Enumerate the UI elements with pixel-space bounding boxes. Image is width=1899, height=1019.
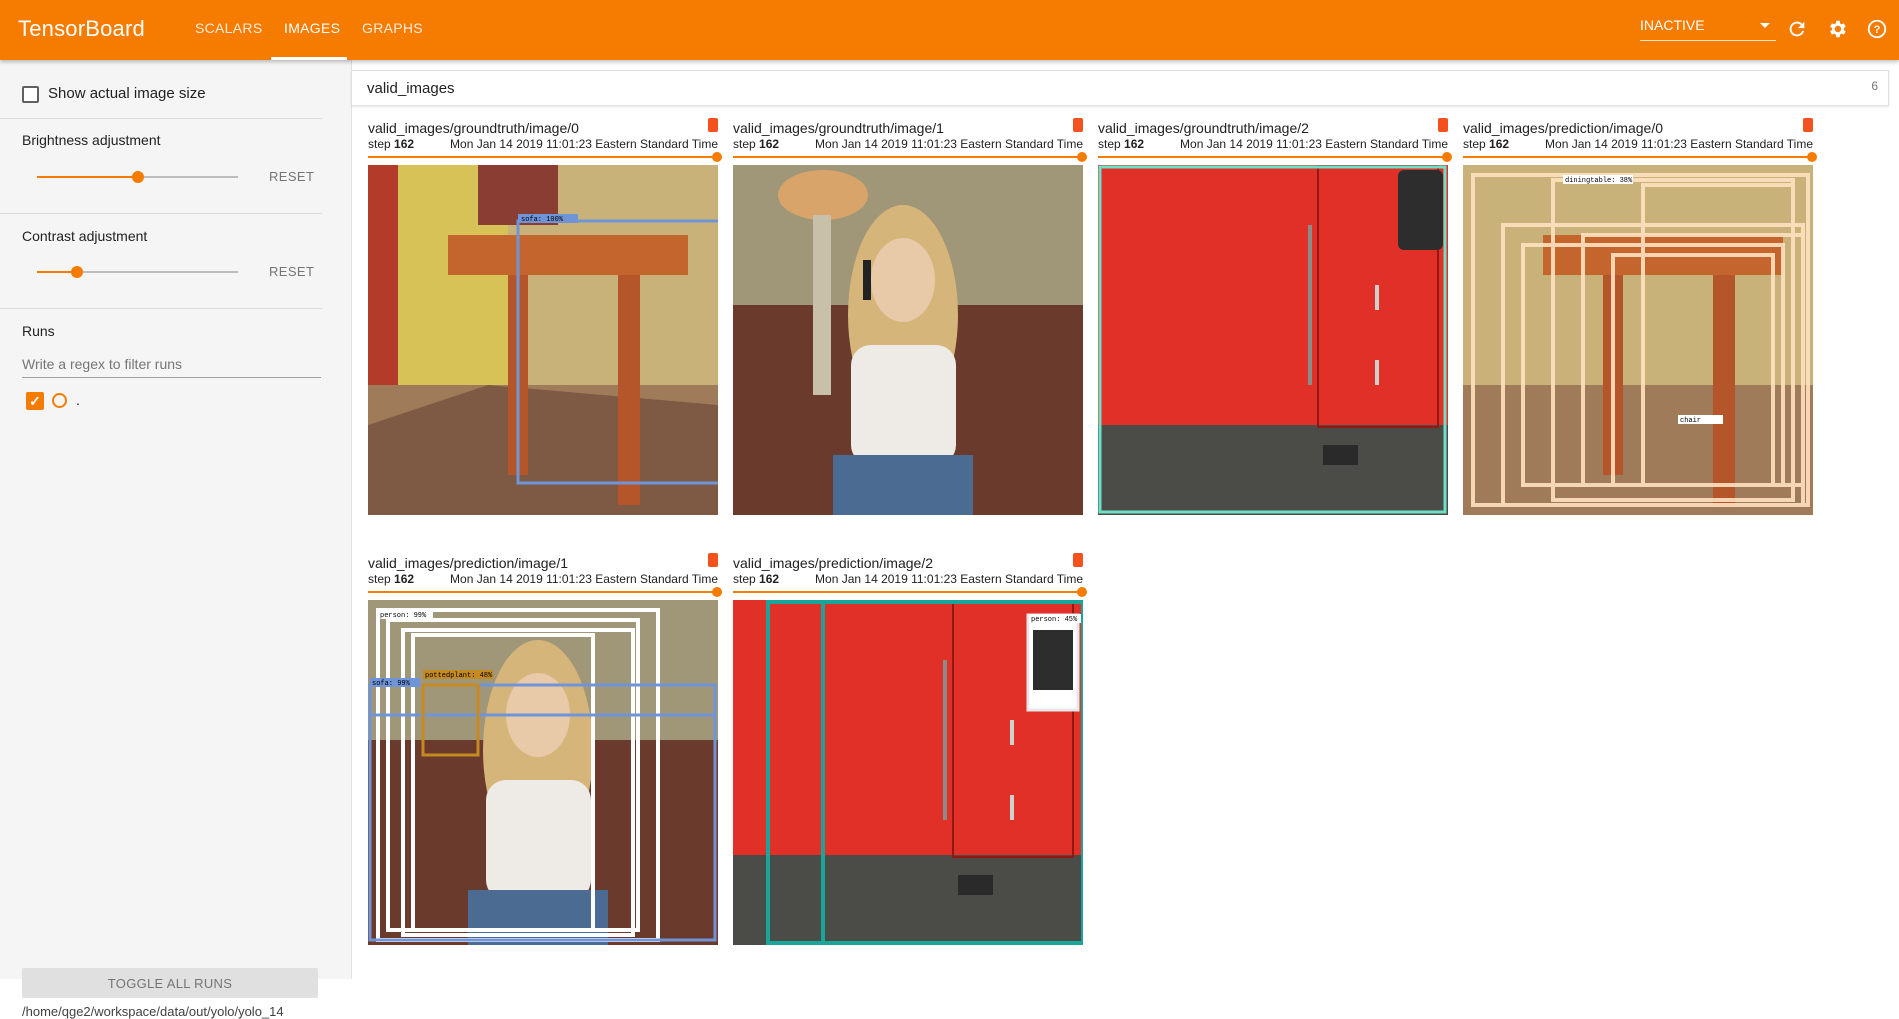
step-label: step 162 <box>368 572 415 586</box>
image-thumbnail[interactable]: person: 99% sofa: 99% pottedplant: 48% <box>368 600 718 945</box>
timestamp: Mon Jan 14 2019 11:01:23 Eastern Standar… <box>1545 137 1813 151</box>
step-slider-handle[interactable] <box>1077 587 1087 597</box>
step-slider-handle[interactable] <box>712 587 722 597</box>
card-title: valid_images/groundtruth/image/0 <box>368 120 579 136</box>
run-color-indicator <box>52 393 67 408</box>
run-filter-input[interactable]: Write a regex to filter runs <box>22 356 321 378</box>
step-slider-handle[interactable] <box>1807 152 1817 162</box>
timestamp: Mon Jan 14 2019 11:01:23 Eastern Standar… <box>815 572 1083 586</box>
brightness-reset-button[interactable]: RESET <box>269 169 314 184</box>
step-label: step 162 <box>733 137 780 151</box>
run-flag-icon <box>708 553 718 567</box>
brightness-slider-fill <box>37 176 138 178</box>
chevron-down-icon <box>1760 23 1770 28</box>
toggle-all-runs-button[interactable]: TOGGLE ALL RUNS <box>22 968 318 998</box>
refresh-icon[interactable] <box>1784 16 1810 42</box>
top-app-bar: TensorBoard SCALARS IMAGES GRAPHS INACTI… <box>0 0 1899 60</box>
step-slider-track[interactable] <box>1463 156 1813 158</box>
tab-scalars[interactable]: SCALARS <box>195 20 262 36</box>
run-flag-icon <box>1803 118 1813 132</box>
inactive-plugins-dropdown[interactable]: INACTIVE <box>1640 17 1776 41</box>
step-slider-track[interactable] <box>368 591 718 593</box>
app-title[interactable]: TensorBoard <box>18 16 145 42</box>
brightness-label: Brightness adjustment <box>22 132 161 148</box>
category-pane-header[interactable]: valid_images 6 <box>351 70 1889 106</box>
contrast-label: Contrast adjustment <box>22 228 148 244</box>
card-title: valid_images/prediction/image/2 <box>733 555 933 571</box>
run-name: . <box>76 392 80 408</box>
sidebar: Show actual image size Brightness adjust… <box>0 60 352 1019</box>
step-slider-handle[interactable] <box>1077 152 1087 162</box>
run-flag-icon <box>1073 553 1083 567</box>
brightness-slider-handle[interactable] <box>132 171 144 183</box>
step-slider-handle[interactable] <box>1442 152 1452 162</box>
run-flag-icon <box>708 118 718 132</box>
timestamp: Mon Jan 14 2019 11:01:23 Eastern Standar… <box>450 572 718 586</box>
image-thumbnail[interactable]: diningtable: 38% chair <box>1463 165 1813 515</box>
show-actual-size-label[interactable]: Show actual image size <box>48 85 206 102</box>
box-label: diningtable: 38% <box>1565 177 1633 185</box>
contrast-slider-handle[interactable] <box>71 266 83 278</box>
box-label: chair <box>1680 417 1701 425</box>
image-thumbnail[interactable]: person: 45% <box>733 600 1083 945</box>
step-label: step 162 <box>733 572 780 586</box>
box-label: sofa: 99% <box>372 680 411 688</box>
help-icon[interactable]: ? <box>1864 16 1890 42</box>
run-flag-icon <box>1073 118 1083 132</box>
runs-label: Runs <box>22 323 55 339</box>
step-slider-track[interactable] <box>733 156 1083 158</box>
step-slider-track[interactable] <box>1098 156 1448 158</box>
box-label: pottedplant: 48% <box>425 672 493 680</box>
timestamp: Mon Jan 14 2019 11:01:23 Eastern Standar… <box>1180 137 1448 151</box>
step-label: step 162 <box>1098 137 1145 151</box>
image-thumbnail[interactable]: sofa: 100% <box>368 165 718 515</box>
category-title: valid_images <box>367 80 455 97</box>
image-thumbnail[interactable] <box>1098 165 1448 515</box>
image-thumbnail[interactable] <box>733 165 1083 515</box>
tab-graphs[interactable]: GRAPHS <box>362 20 423 36</box>
box-label: person: 99% <box>380 612 427 620</box>
category-count: 6 <box>1871 79 1878 93</box>
step-slider-track[interactable] <box>733 591 1083 593</box>
svg-text:?: ? <box>1874 24 1881 36</box>
active-tab-indicator <box>271 57 347 60</box>
timestamp: Mon Jan 14 2019 11:01:23 Eastern Standar… <box>450 137 718 151</box>
run-flag-icon <box>1438 118 1448 132</box>
show-actual-size-checkbox[interactable] <box>22 86 39 103</box>
step-label: step 162 <box>368 137 415 151</box>
card-title: valid_images/prediction/image/1 <box>368 555 568 571</box>
tab-images[interactable]: IMAGES <box>284 20 340 36</box>
card-title: valid_images/groundtruth/image/1 <box>733 120 944 136</box>
step-slider-handle[interactable] <box>712 152 722 162</box>
card-title: valid_images/prediction/image/0 <box>1463 120 1663 136</box>
settings-icon[interactable] <box>1824 16 1850 42</box>
step-slider-track[interactable] <box>368 156 718 158</box>
card-title: valid_images/groundtruth/image/2 <box>1098 120 1309 136</box>
log-directory-path: /home/qge2/workspace/data/out/yolo/yolo_… <box>22 1004 284 1019</box>
contrast-reset-button[interactable]: RESET <box>269 264 314 279</box>
divider <box>0 308 322 309</box>
dropdown-value: INACTIVE <box>1640 17 1705 33</box>
box-label: sofa: 100% <box>521 216 564 224</box>
step-label: step 162 <box>1463 137 1510 151</box>
divider <box>0 118 322 119</box>
run-checkbox[interactable]: ✓ <box>26 392 44 410</box>
divider <box>0 213 322 214</box>
timestamp: Mon Jan 14 2019 11:01:23 Eastern Standar… <box>815 137 1083 151</box>
box-label: person: 45% <box>1031 616 1078 624</box>
